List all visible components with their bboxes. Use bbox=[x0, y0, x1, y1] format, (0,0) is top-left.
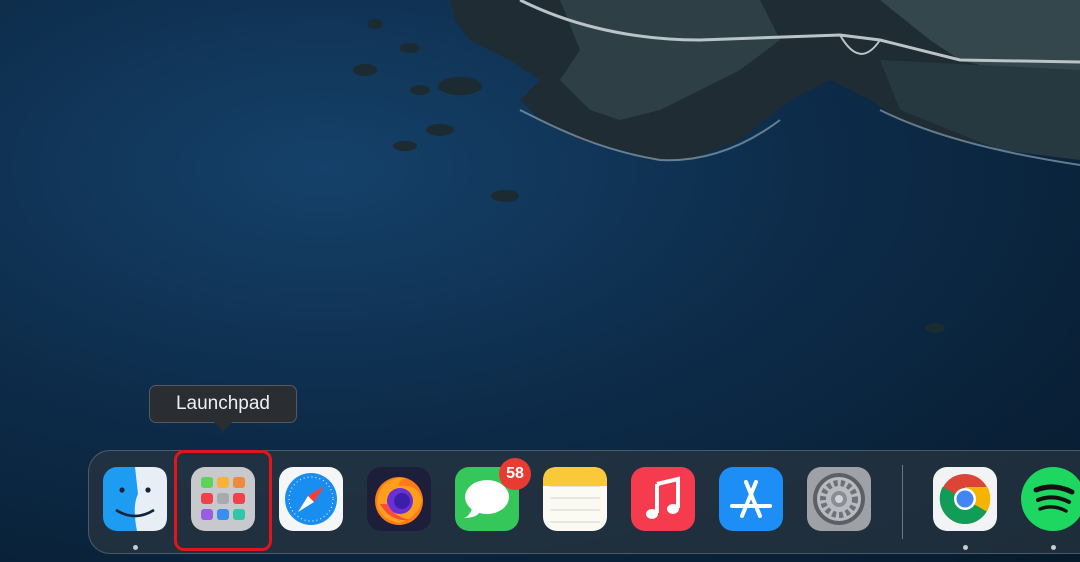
running-indicator bbox=[963, 545, 968, 550]
dock-item-safari[interactable] bbox=[278, 466, 344, 532]
app-store-icon bbox=[719, 467, 783, 531]
dock-divider bbox=[902, 465, 903, 539]
dock-item-firefox[interactable] bbox=[366, 466, 432, 532]
finder-icon bbox=[103, 467, 167, 531]
tooltip-arrow bbox=[214, 422, 232, 432]
system-preferences-icon bbox=[807, 467, 871, 531]
spotify-icon bbox=[1021, 467, 1080, 531]
dock-item-system-preferences[interactable] bbox=[806, 466, 872, 532]
running-indicator bbox=[133, 545, 138, 550]
chrome-icon bbox=[933, 467, 997, 531]
dock-item-spotify[interactable] bbox=[1020, 466, 1080, 532]
messages-badge: 58 bbox=[499, 458, 531, 490]
dock-item-finder[interactable] bbox=[102, 466, 168, 532]
notes-icon bbox=[543, 467, 607, 531]
firefox-icon bbox=[367, 467, 431, 531]
running-indicator bbox=[1051, 545, 1056, 550]
music-icon bbox=[631, 467, 695, 531]
dock-item-chrome[interactable] bbox=[932, 466, 998, 532]
safari-icon bbox=[279, 467, 343, 531]
dock-item-music[interactable] bbox=[630, 466, 696, 532]
dock-item-app-store[interactable] bbox=[718, 466, 784, 532]
dock-item-notes[interactable] bbox=[542, 466, 608, 532]
launchpad-highlight bbox=[174, 450, 272, 551]
launchpad-tooltip: Launchpad bbox=[149, 385, 297, 423]
